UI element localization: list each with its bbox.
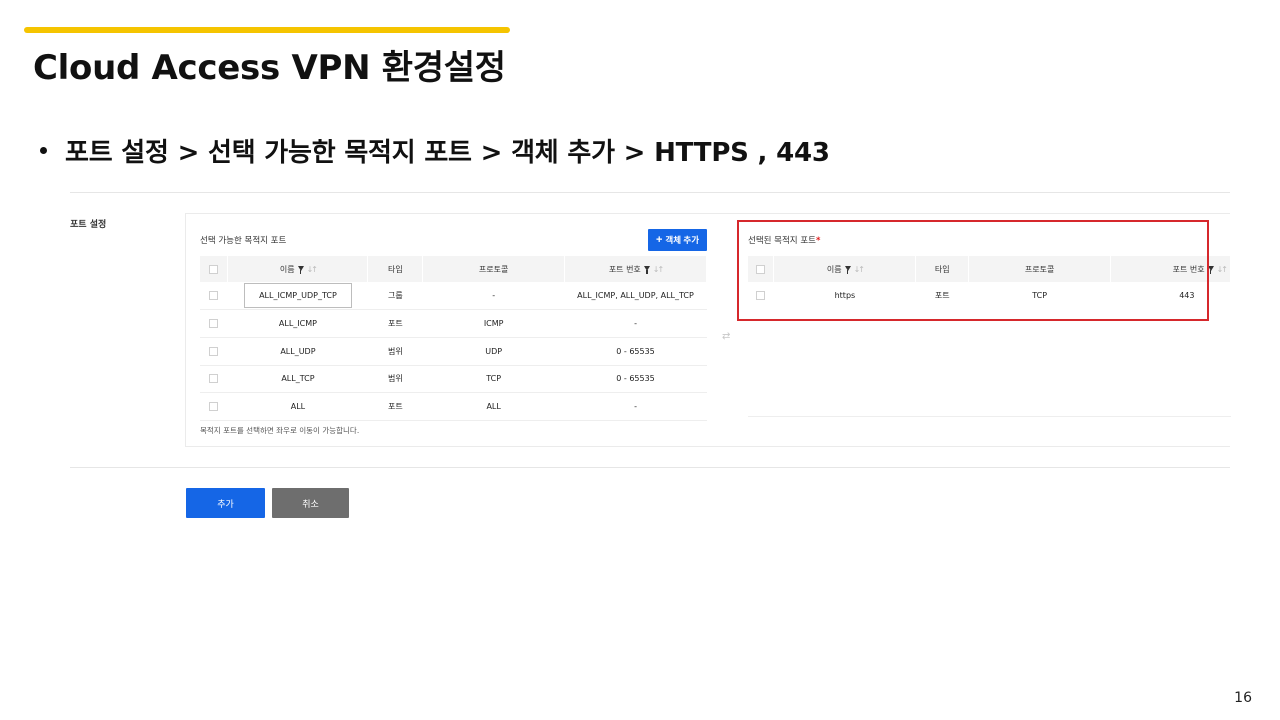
row-protocol: UDP [422, 337, 565, 366]
section-label: 포트 설정 [70, 220, 107, 230]
table-header-row: 이름 ↓↑ 타입 프로토콜 포트 번호 ↓↑ [200, 256, 707, 282]
helper-text: 목적지 포트를 선택하면 좌우로 이동이 가능합니다. [200, 426, 360, 435]
table-row[interactable]: ALL 포트 ALL - [200, 392, 707, 421]
top-divider [70, 192, 1230, 193]
row-checkbox[interactable] [209, 291, 219, 301]
add-object-button[interactable]: + 객체 추가 [648, 229, 707, 251]
row-checkbox[interactable] [209, 346, 219, 356]
row-name: ALL_UDP [227, 337, 368, 366]
row-port: - [564, 309, 707, 338]
row-type: 범위 [367, 337, 423, 366]
add-object-button-label: 객체 추가 [665, 235, 700, 245]
filter-icon[interactable] [643, 265, 650, 274]
row-name: ALL_TCP [227, 365, 368, 394]
row-checkbox[interactable] [209, 319, 219, 329]
select-all-checkbox[interactable] [209, 264, 219, 274]
col-protocol: 프로토콜 [422, 256, 566, 282]
table-row[interactable]: ALL_UDP 범위 UDP 0 - 65535 [200, 337, 707, 366]
selected-ports-highlight [737, 220, 1209, 321]
page-number: 16 [1234, 690, 1252, 706]
row-port: ALL_ICMP, ALL_UDP, ALL_TCP [564, 282, 707, 311]
row-type: 포트 [367, 392, 423, 421]
row-name: ALL_ICMP [227, 309, 368, 338]
select-all-cell [200, 256, 229, 282]
available-ports-title: 선택 가능한 목적지 포트 [200, 236, 287, 246]
row-checkbox[interactable] [209, 374, 219, 384]
bullet-dot-icon [40, 147, 47, 154]
row-port: - [564, 392, 707, 421]
bullet-text: 포트 설정 > 선택 가능한 목적지 포트 > 객체 추가 > HTTPS , … [65, 138, 830, 168]
row-checkbox[interactable] [209, 402, 219, 412]
row-protocol: ALL [422, 392, 565, 421]
col-port[interactable]: 포트 번호 ↓↑ [564, 256, 707, 282]
table-row[interactable]: ALL_TCP 범위 TCP 0 - 65535 [200, 365, 707, 394]
bottom-divider [70, 467, 1230, 468]
row-name-focused[interactable]: ALL_ICMP_UDP_TCP [244, 283, 352, 309]
row-port: 0 - 65535 [564, 337, 707, 366]
table-row[interactable]: ALL_ICMP_UDP_TCP 그룹 - ALL_ICMP, ALL_UDP,… [200, 282, 707, 311]
bullet-point: 포트 설정 > 선택 가능한 목적지 포트 > 객체 추가 > HTTPS , … [40, 132, 830, 169]
row-type: 포트 [367, 309, 423, 338]
add-button[interactable]: 추가 [186, 488, 265, 518]
row-port: 0 - 65535 [564, 365, 707, 394]
sort-icon[interactable]: ↓↑ [1217, 265, 1228, 274]
cancel-button[interactable]: 취소 [272, 488, 349, 518]
table-row[interactable]: ALL_ICMP 포트 ICMP - [200, 309, 707, 338]
plus-icon: + [655, 234, 663, 246]
col-type: 타입 [367, 256, 424, 282]
row-type: 그룹 [367, 282, 423, 311]
title-accent-bar [24, 27, 510, 33]
selected-list-bottom-line [748, 416, 1231, 417]
row-protocol: - [422, 282, 565, 311]
col-name[interactable]: 이름 ↓↑ [227, 256, 369, 282]
vpn-settings-screenshot: 포트 설정 선택 가능한 목적지 포트 + 객체 추가 이름 ↓↑ 타입 프로토콜 … [70, 192, 1231, 532]
sort-icon[interactable]: ↓↑ [653, 265, 664, 274]
row-protocol: ICMP [422, 309, 565, 338]
slide-title: Cloud Access VPN 환경설정 [33, 48, 506, 88]
filter-icon[interactable] [297, 265, 304, 274]
available-ports-table: 이름 ↓↑ 타입 프로토콜 포트 번호 ↓↑ ALL_ICMP_UDP_TCP 그룹… [200, 256, 707, 421]
row-type: 범위 [367, 365, 423, 394]
sort-icon[interactable]: ↓↑ [307, 265, 318, 274]
row-name: ALL [227, 392, 368, 421]
row-protocol: TCP [422, 365, 565, 394]
move-arrows-icon[interactable]: ⇄ [722, 332, 730, 342]
